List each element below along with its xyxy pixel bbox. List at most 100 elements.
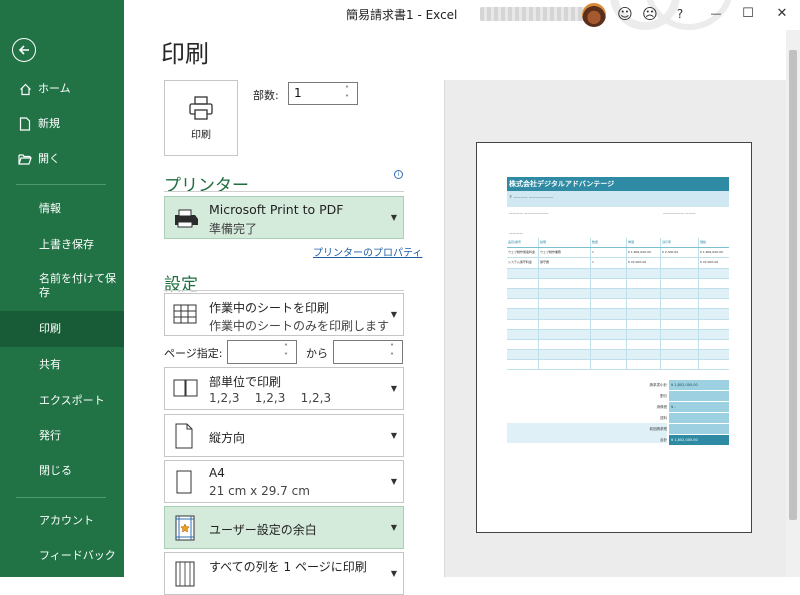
sidebar-item-account[interactable]: アカウント bbox=[0, 512, 124, 530]
page-from-input[interactable]: ˄ ˅ bbox=[227, 340, 297, 364]
sidebar-divider bbox=[16, 497, 106, 498]
summary-label: 前回請求残 bbox=[649, 427, 668, 431]
paper-size-dropdown[interactable]: A4 21 cm x 29.7 cm ▼ bbox=[164, 460, 404, 503]
summary-label: 請求書小計 bbox=[649, 383, 668, 387]
sidebar-item-save-as[interactable]: 名前を付けて保 存 bbox=[0, 272, 124, 304]
paper-size-main: A4 bbox=[209, 466, 225, 480]
invoice-meta-text: —————— ——— bbox=[663, 211, 696, 215]
table-row bbox=[507, 360, 729, 371]
sidebar-item-close[interactable]: 閉じる bbox=[0, 462, 124, 480]
summary-label: 合計 bbox=[660, 438, 667, 442]
sidebar-item-label: 新規 bbox=[38, 117, 60, 130]
invoice-table: 品目/番号 説明 数量 単価 割引率 価格 ウェブ制作関連料金 ウェブ制作業務 … bbox=[507, 238, 729, 371]
restore-button[interactable]: ☐ bbox=[738, 4, 758, 24]
print-what-sub: 作業中のシートのみを印刷します bbox=[209, 319, 390, 333]
collate-dropdown[interactable]: 部単位で印刷 1,2,3 1,2,3 1,2,3 ▼ bbox=[164, 367, 404, 410]
margins-main: ユーザー設定の余白 bbox=[209, 523, 317, 537]
scrollbar-thumb[interactable] bbox=[789, 50, 797, 520]
sidebar-item-label: 開く bbox=[38, 152, 60, 165]
title-bar: 簡易請求書1 - Excel ☺ ☹ ? — ☐ ✕ bbox=[124, 0, 800, 30]
invoice-meta-text: ———— ——————— bbox=[509, 211, 549, 215]
sidebar-item-save[interactable]: 上書き保存 bbox=[0, 236, 124, 254]
sidebar-item-label: 発行 bbox=[39, 429, 61, 442]
table-row bbox=[507, 319, 729, 330]
orientation-dropdown[interactable]: 縦方向 ▼ bbox=[164, 414, 404, 457]
summary-value bbox=[669, 424, 729, 435]
sidebar-item-label: フィードバック bbox=[39, 549, 116, 562]
printer-properties-link[interactable]: プリンターのプロパティ bbox=[313, 244, 422, 259]
table-header-cell: 数量 bbox=[591, 238, 627, 248]
section-divider bbox=[164, 191, 404, 192]
chevron-down-icon: ▼ bbox=[390, 213, 397, 222]
copies-label: 部数: bbox=[253, 89, 279, 102]
account-name[interactable] bbox=[480, 7, 588, 21]
sidebar-item-info[interactable]: 情報 bbox=[0, 200, 124, 218]
sidebar-item-export[interactable]: エクスポート bbox=[0, 392, 124, 410]
printer-status: 準備完了 bbox=[209, 222, 258, 236]
copies-stepper[interactable]: 1 ˄ ˅ bbox=[288, 82, 358, 105]
table-cell: ¥ 22,000.00 bbox=[627, 258, 661, 268]
table-row bbox=[507, 268, 729, 279]
preview-divider bbox=[444, 80, 445, 577]
table-header-cell: 価格 bbox=[700, 240, 707, 244]
avatar[interactable] bbox=[582, 3, 606, 27]
chevron-down-icon: ▼ bbox=[390, 431, 397, 440]
pages-label: ページ指定: bbox=[164, 347, 223, 360]
table-row bbox=[507, 329, 729, 340]
table-header-cell: 割引率 bbox=[661, 238, 699, 248]
to-label: から bbox=[306, 347, 328, 360]
settings-header: 設定 bbox=[164, 275, 198, 295]
stepper-arrows-icon[interactable]: ˄ ˅ bbox=[284, 341, 294, 363]
table-row: 品目/番号 説明 数量 単価 割引率 価格 bbox=[507, 238, 729, 249]
sidebar-item-label: アカウント bbox=[39, 514, 94, 527]
info-icon[interactable]: i bbox=[394, 170, 403, 179]
print-button[interactable]: 印刷 bbox=[164, 80, 238, 156]
print-what-dropdown[interactable]: 作業中のシートを印刷 作業中のシートのみを印刷します ▼ bbox=[164, 293, 404, 336]
sidebar-item-print[interactable]: 印刷 bbox=[0, 311, 124, 347]
table-cell: ¥ 1,802,000.00 bbox=[627, 248, 661, 258]
scaling-dropdown[interactable]: すべての列を 1 ページに印刷 ▼ bbox=[164, 552, 404, 595]
summary-total: ¥ 1,802,000.00 bbox=[669, 435, 729, 446]
table-cell: 保守費 bbox=[539, 258, 591, 268]
smile-icon[interactable]: ☺ bbox=[615, 4, 635, 24]
summary-label: 消費税 bbox=[656, 405, 668, 409]
frown-icon[interactable]: ☹ bbox=[640, 4, 660, 24]
table-header-cell: 単価 bbox=[627, 238, 661, 248]
table-cell: ¥ 22,000.00 bbox=[700, 260, 719, 265]
sheet-grid-icon bbox=[173, 304, 197, 328]
sidebar-item-open[interactable]: 開く bbox=[0, 150, 124, 168]
sidebar-item-feedback[interactable]: フィードバック bbox=[0, 547, 124, 565]
back-button[interactable] bbox=[12, 38, 36, 62]
sidebar-divider bbox=[16, 184, 106, 185]
sidebar-item-label: 共有 bbox=[39, 358, 61, 371]
sidebar-item-label: 閉じる bbox=[39, 464, 72, 477]
sidebar-item-share[interactable]: 共有 bbox=[0, 356, 124, 374]
close-button[interactable]: ✕ bbox=[772, 4, 792, 24]
collate-icon bbox=[173, 379, 199, 401]
summary-value bbox=[669, 391, 729, 402]
invoice-header-text: 〒 ———— ——————— bbox=[509, 195, 554, 199]
table-cell bbox=[661, 258, 699, 268]
printer-icon bbox=[189, 95, 213, 120]
stepper-arrows-icon[interactable]: ˄ ˅ bbox=[345, 83, 355, 104]
chevron-down-icon: ▼ bbox=[390, 477, 397, 486]
sidebar-item-label: ホーム bbox=[38, 82, 71, 95]
margins-dropdown[interactable]: ユーザー設定の余白 ▼ bbox=[164, 506, 404, 549]
summary-value bbox=[669, 413, 729, 424]
stepper-arrows-icon[interactable]: ˄ ˅ bbox=[390, 341, 400, 363]
help-icon[interactable]: ? bbox=[670, 4, 690, 24]
page-to-input[interactable]: ˄ ˅ bbox=[333, 340, 403, 364]
sidebar-item-new[interactable]: 新規 bbox=[0, 115, 124, 133]
back-arrow-icon bbox=[18, 45, 29, 55]
chevron-down-icon: ▼ bbox=[390, 384, 397, 393]
invoice-company: 株式会社デジタルアドバンテージ bbox=[507, 177, 729, 191]
sidebar-item-home[interactable]: ホーム bbox=[0, 80, 124, 98]
printer-dropdown[interactable]: Microsoft Print to PDF 準備完了 ▼ bbox=[164, 196, 404, 239]
minimize-button[interactable]: — bbox=[706, 4, 726, 24]
sidebar-item-publish[interactable]: 発行 bbox=[0, 427, 124, 445]
table-row bbox=[507, 299, 729, 310]
table-row: ウェブ制作関連料金 ウェブ制作業務 1 ¥ 1,802,000.00 ¥ 2,3… bbox=[507, 248, 729, 259]
portrait-page-icon bbox=[175, 423, 193, 453]
paper-size-sub: 21 cm x 29.7 cm bbox=[209, 484, 310, 498]
table-row bbox=[507, 288, 729, 300]
